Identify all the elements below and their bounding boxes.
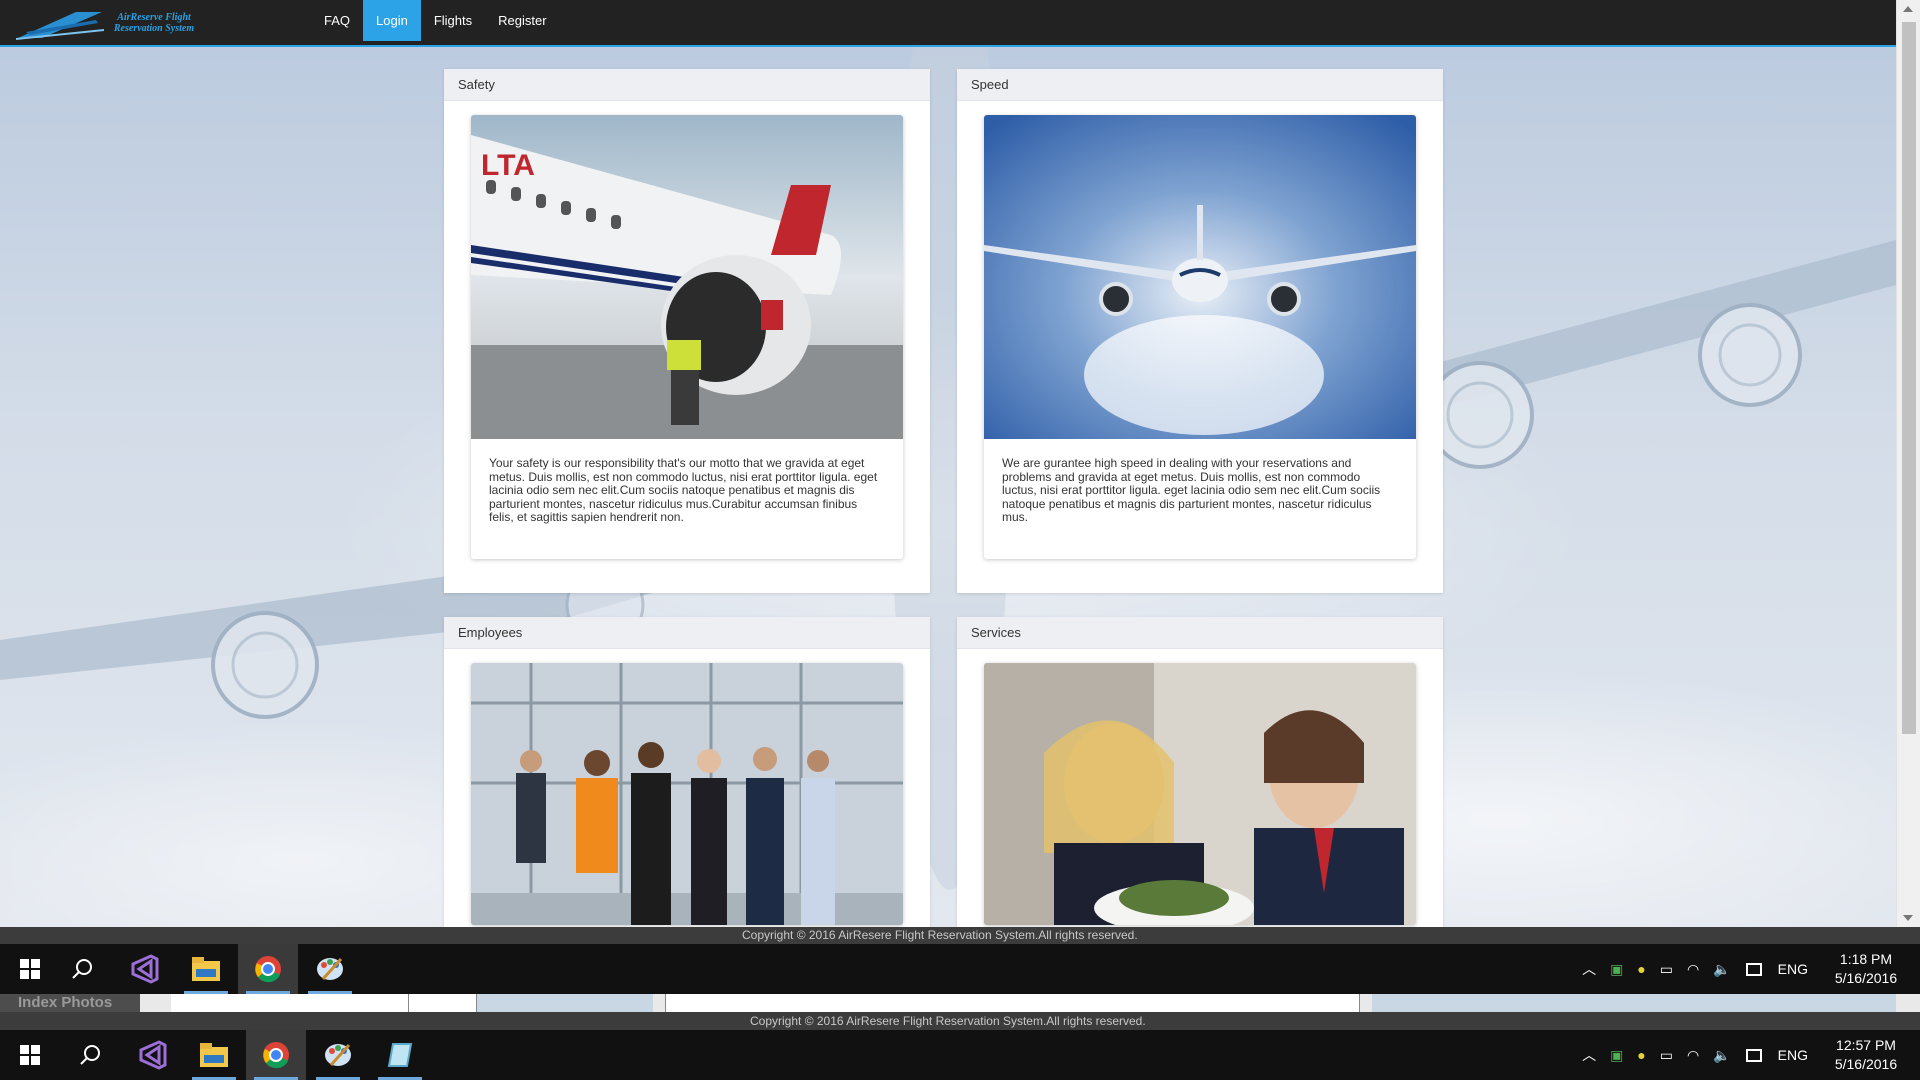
- paint-icon[interactable]: [308, 1030, 368, 1080]
- background-window-strip: Index Photos: [0, 994, 1920, 1012]
- panel-employees: Employees: [444, 617, 930, 927]
- panel-safety: Safety LTA Your safety is our responsibi…: [444, 69, 930, 593]
- speed-description: We are gurantee high speed in dealing wi…: [1002, 456, 1381, 525]
- background-cell: [477, 994, 653, 1012]
- flight-attendant-service-photo: [984, 663, 1416, 925]
- clock-time: 1:18 PM: [1839, 951, 1893, 967]
- speed-card: We are gurantee high speed in dealing wi…: [984, 115, 1416, 559]
- page-footer: Copyright © 2016 AirResere Flight Reserv…: [0, 927, 1920, 944]
- windows-taskbar: ︿ ▣ ● ▭ ◠ 🔈 ENG 1:18 PM 5/16/2016: [0, 944, 1920, 994]
- windows-start-icon[interactable]: [0, 944, 60, 994]
- nav-menu: FAQ Login Flights Register: [311, 0, 560, 41]
- copyright-text: Copyright © 2016 AirResere Flight Reserv…: [742, 928, 1138, 942]
- services-card: [984, 663, 1416, 925]
- battery-icon[interactable]: ▭: [1660, 1047, 1673, 1064]
- background-copyright-text: Copyright © 2016 AirResere Flight Reserv…: [750, 1014, 1146, 1028]
- panel-title: Employees: [444, 617, 930, 649]
- volume-icon[interactable]: 🔈: [1713, 961, 1730, 978]
- file-explorer-icon[interactable]: [176, 944, 236, 994]
- brand-name: AirReserve Flight Reservation System: [113, 12, 195, 34]
- clock-date: 5/16/2016: [1834, 1056, 1898, 1072]
- brand-logo[interactable]: AirReserve Flight Reservation System: [15, 8, 194, 40]
- visual-studio-icon[interactable]: [114, 944, 174, 994]
- language-indicator[interactable]: ENG: [1778, 961, 1808, 977]
- safety-card: LTA Your safety is our responsibility th…: [471, 115, 903, 559]
- panel-services: Services: [957, 617, 1443, 927]
- battery-icon[interactable]: ▭: [1660, 961, 1673, 978]
- page-scrollbar[interactable]: [1896, 0, 1920, 927]
- tray-app-yellow-icon[interactable]: ●: [1637, 1047, 1645, 1063]
- panel-speed: Speed We are gurantee high speed in deal…: [957, 69, 1443, 593]
- tray-app-green-icon[interactable]: ▣: [1610, 961, 1623, 978]
- windows-start-icon[interactable]: [0, 1030, 60, 1080]
- tray-app-green-icon[interactable]: ▣: [1610, 1047, 1623, 1064]
- panel-title: Safety: [444, 69, 930, 101]
- chrome-icon[interactable]: [246, 1030, 306, 1080]
- clock-time: 12:57 PM: [1836, 1037, 1896, 1053]
- action-center-icon[interactable]: [1745, 1048, 1762, 1062]
- svg-text:LTA: LTA: [481, 149, 535, 182]
- top-navbar: AirReserve Flight Reservation System FAQ…: [0, 0, 1896, 47]
- scroll-thumb[interactable]: [1902, 22, 1916, 734]
- nav-item-flights[interactable]: Flights: [421, 0, 485, 41]
- scroll-up-arrow-icon[interactable]: [1903, 6, 1913, 12]
- show-hidden-icons-icon[interactable]: ︿: [1582, 959, 1596, 979]
- paint-icon[interactable]: [300, 944, 360, 994]
- background-cell: [409, 994, 477, 1012]
- taskbar-clock[interactable]: 12:57 PM 5/16/2016: [1820, 1036, 1912, 1074]
- search-icon[interactable]: [52, 944, 112, 994]
- background-airplane-image: [0, 0, 1896, 890]
- tray-app-yellow-icon[interactable]: ●: [1637, 961, 1645, 977]
- file-explorer-icon[interactable]: [184, 1030, 244, 1080]
- panel-title: Speed: [957, 69, 1443, 101]
- show-hidden-icons-icon[interactable]: ︿: [1582, 1045, 1596, 1065]
- background-cell: [171, 994, 409, 1012]
- nav-item-register[interactable]: Register: [485, 0, 559, 41]
- airplane-logo-icon: [15, 12, 105, 40]
- taskbar-clock[interactable]: 1:18 PM 5/16/2016: [1820, 950, 1912, 988]
- background-page-footer: Copyright © 2016 AirResere Flight Reserv…: [0, 1012, 1920, 1030]
- safety-description: Your safety is our responsibility that's…: [489, 456, 878, 525]
- wifi-icon[interactable]: ◠: [1687, 1047, 1699, 1064]
- chrome-icon[interactable]: [238, 944, 298, 994]
- clock-date: 5/16/2016: [1834, 970, 1898, 986]
- scroll-down-arrow-icon[interactable]: [1903, 915, 1913, 921]
- background-window-label: Index Photos: [0, 994, 140, 1012]
- visual-studio-icon[interactable]: [122, 1030, 182, 1080]
- nav-item-login[interactable]: Login: [363, 0, 421, 41]
- employees-card: [471, 663, 903, 925]
- background-windows-taskbar: ︿ ▣ ● ▭ ◠ 🔈 ENG 12:57 PM 5/16/2016: [0, 1030, 1920, 1080]
- language-indicator[interactable]: ENG: [1778, 1047, 1808, 1063]
- nav-item-faq[interactable]: FAQ: [311, 0, 363, 41]
- action-center-icon[interactable]: [1745, 962, 1762, 976]
- search-icon[interactable]: [60, 1030, 120, 1080]
- background-cell: [1372, 994, 1896, 1012]
- volume-icon[interactable]: 🔈: [1713, 1047, 1730, 1064]
- wifi-icon[interactable]: ◠: [1687, 961, 1699, 978]
- background-cell: [665, 994, 1360, 1012]
- notepad-icon[interactable]: [370, 1030, 430, 1080]
- system-tray: ︿ ▣ ● ▭ ◠ 🔈 ENG 12:57 PM 5/16/2016: [1575, 1030, 1920, 1080]
- panel-title: Services: [957, 617, 1443, 649]
- airliner-engine-photo: LTA: [471, 115, 903, 439]
- airliner-in-flight-photo: [984, 115, 1416, 439]
- system-tray: ︿ ▣ ● ▭ ◠ 🔈 ENG 1:18 PM 5/16/2016: [1575, 944, 1920, 994]
- airline-crew-photo: [471, 663, 903, 925]
